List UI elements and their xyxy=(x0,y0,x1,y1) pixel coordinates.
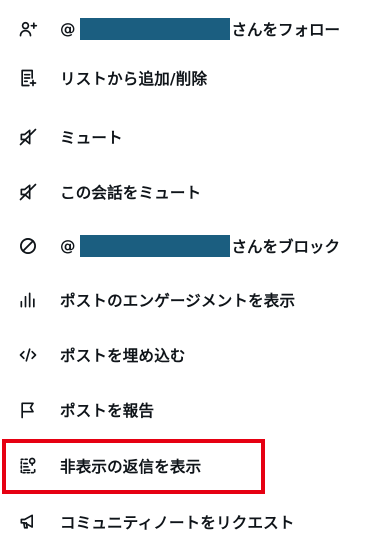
redacted-username xyxy=(79,235,230,257)
menu-item-label: ミュート xyxy=(60,129,123,147)
menu-item-block-user[interactable]: @ さんをブロック xyxy=(0,226,368,266)
menu-item-label: この会話をミュート xyxy=(60,184,202,202)
mute-conversation-icon xyxy=(18,182,38,202)
redacted-username xyxy=(79,18,230,40)
menu-item-view-engagement[interactable]: ポストのエンゲージメントを表示 xyxy=(0,280,368,320)
block-user-label: @ さんをブロック xyxy=(60,235,340,257)
report-flag-icon xyxy=(18,400,38,420)
menu-item-follow-user[interactable]: @ さんをフォロー xyxy=(0,9,368,49)
mute-icon xyxy=(18,127,38,147)
menu-item-report-post[interactable]: ポストを報告 xyxy=(0,390,368,430)
menu-item-embed-post[interactable]: ポストを埋め込む xyxy=(0,335,368,375)
block-user-suffix: さんをブロック xyxy=(231,238,341,256)
menu-item-label: ポストを埋め込む xyxy=(60,347,186,365)
username-prefix: @ xyxy=(60,237,76,255)
list-add-icon xyxy=(18,68,38,88)
menu-item-label: コミュニティノートをリクエスト xyxy=(60,514,295,532)
menu-item-label: ポストを報告 xyxy=(60,402,155,420)
follow-user-suffix: さんをフォロー xyxy=(231,21,341,39)
highlight-box xyxy=(2,439,265,494)
follow-user-label: @ さんをフォロー xyxy=(60,18,340,40)
menu-item-label: リストから追加/削除 xyxy=(60,70,208,88)
block-icon xyxy=(18,236,38,256)
analytics-icon xyxy=(18,290,38,310)
embed-icon xyxy=(18,345,38,365)
menu-item-mute[interactable]: ミュート xyxy=(0,117,368,157)
menu-item-list-add-remove[interactable]: リストから追加/削除 xyxy=(0,58,368,98)
username-prefix: @ xyxy=(60,20,76,38)
menu-item-mute-conversation[interactable]: この会話をミュート xyxy=(0,172,368,212)
menu-item-label: ポストのエンゲージメントを表示 xyxy=(60,292,296,310)
follow-user-icon xyxy=(18,19,38,39)
community-notes-icon xyxy=(18,512,38,532)
menu-item-request-community-note[interactable]: コミュニティノートをリクエスト xyxy=(0,502,368,542)
